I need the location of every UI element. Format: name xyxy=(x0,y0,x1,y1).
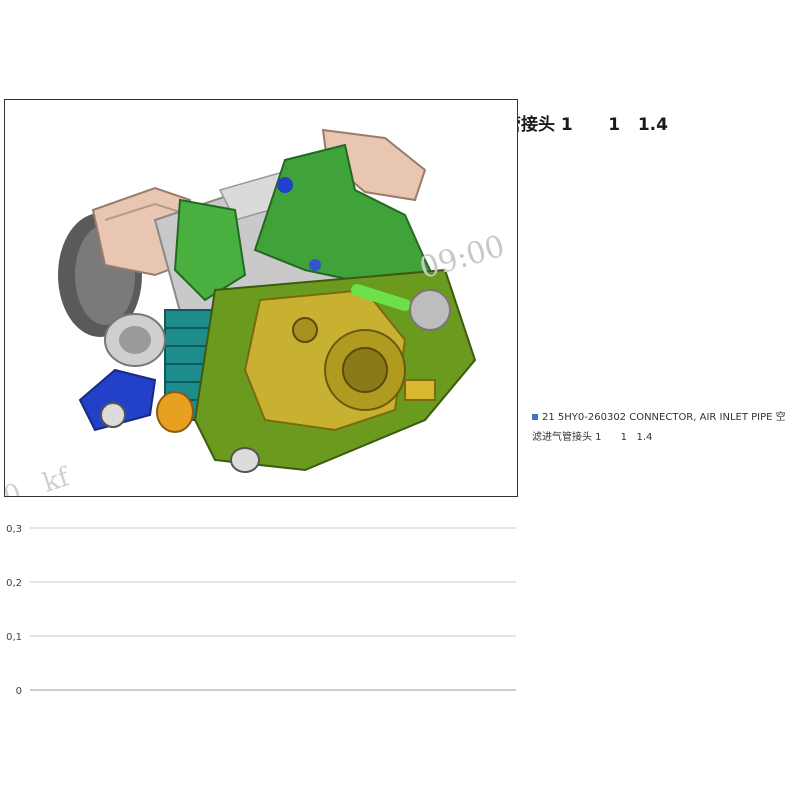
y-tick-labels: 0 0,1 0,2 0,3 xyxy=(6,524,22,697)
y-tick-label: 0,2 xyxy=(6,578,22,589)
engine-illustration-icon xyxy=(58,128,477,473)
gridlines xyxy=(30,527,516,691)
y-tick-label: 0 xyxy=(16,686,22,697)
chart-title: 进气管接头 1 1 1.4 xyxy=(470,115,668,135)
legend-swatch xyxy=(532,414,538,420)
y-tick-label: 0,3 xyxy=(6,524,22,535)
legend-entry: 21 5HY0-260302 CONNECTOR, AIR INLET PIPE… xyxy=(532,412,786,443)
y-tick-label: 0,1 xyxy=(6,632,22,643)
legend: 21 5HY0-260302 CONNECTOR, AIR INLET PIPE… xyxy=(532,408,794,448)
engine-picture: 09:00 0 kf xyxy=(4,99,518,497)
